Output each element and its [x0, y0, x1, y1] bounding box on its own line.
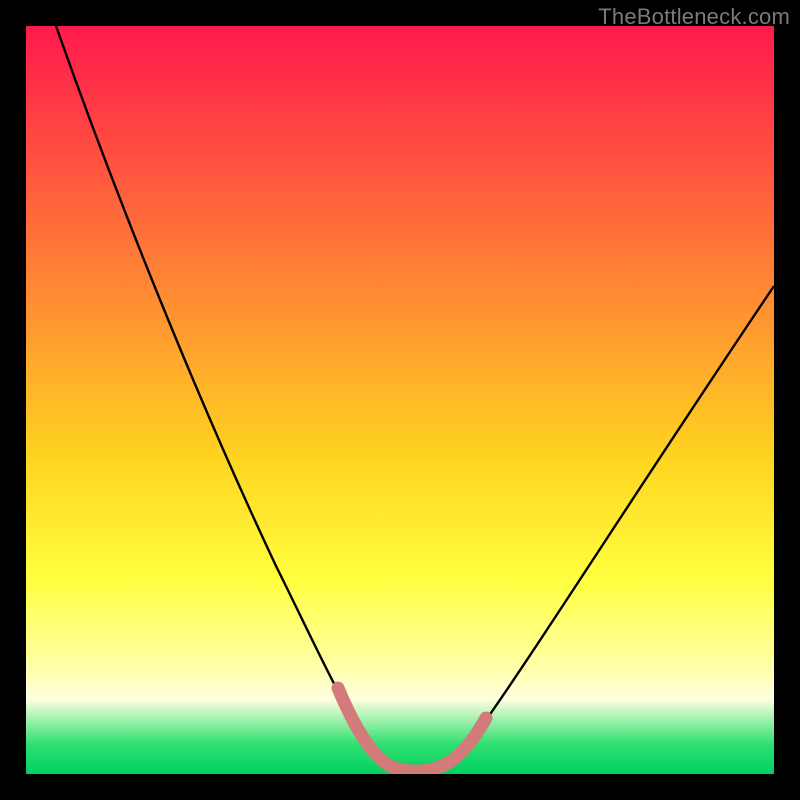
- highlight-band-path: [338, 688, 486, 771]
- bottleneck-curve-path: [56, 26, 774, 770]
- watermark-text: TheBottleneck.com: [598, 4, 790, 30]
- chart-plot-area: [26, 26, 774, 774]
- bottleneck-curve-svg: [26, 26, 774, 774]
